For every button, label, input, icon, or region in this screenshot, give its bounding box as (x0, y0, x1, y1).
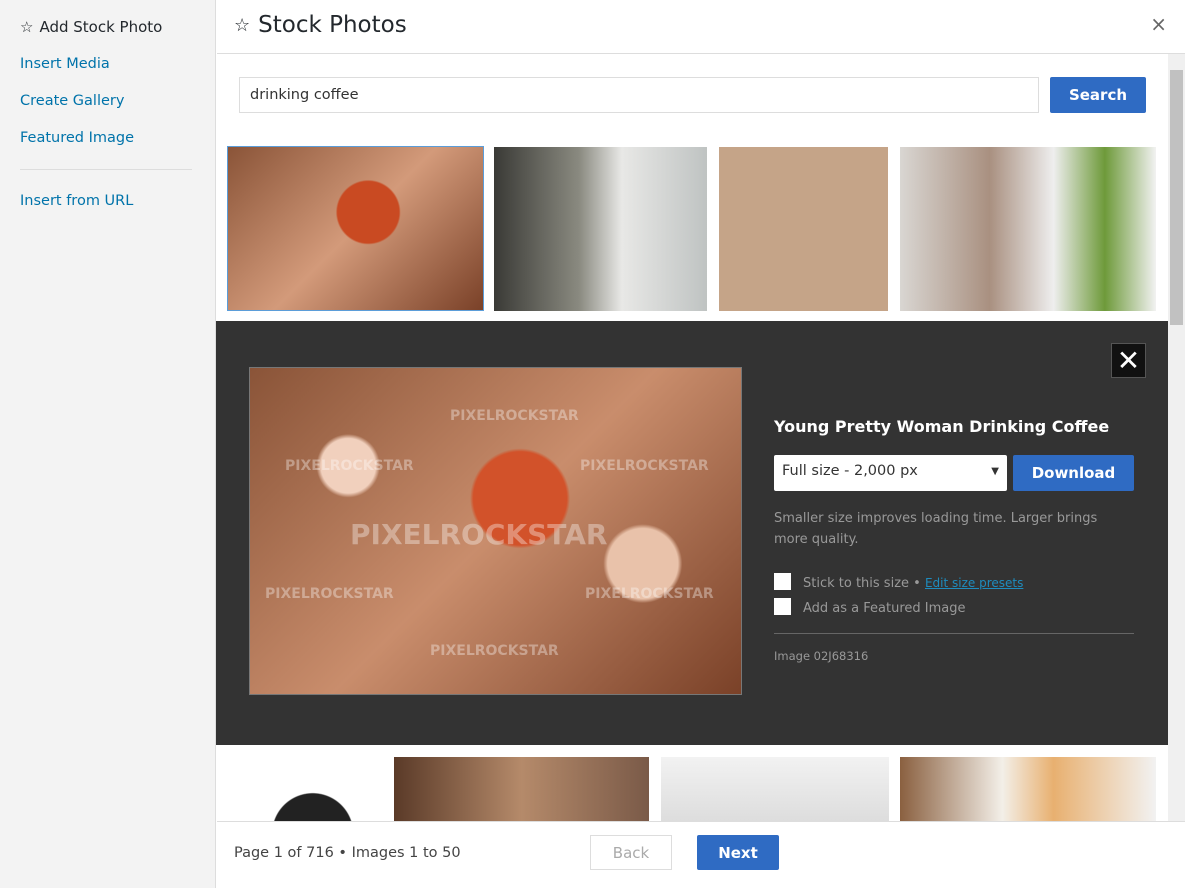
sidebar-item-featured-image[interactable]: Featured Image (20, 130, 134, 146)
footer: Page 1 of 716 • Images 1 to 50 Back Next (217, 821, 1185, 888)
close-icon[interactable]: × (1150, 12, 1167, 36)
back-button[interactable]: Back (590, 835, 672, 870)
stick-size-checkbox[interactable] (774, 573, 791, 590)
sidebar: ☆Add Stock Photo Insert Media Create Gal… (0, 0, 216, 888)
page-title: ☆Stock Photos (234, 12, 407, 38)
thumbnail[interactable] (494, 147, 707, 311)
thumbnail[interactable] (900, 757, 1156, 821)
edit-size-presets-link[interactable]: Edit size presets (925, 576, 1023, 590)
star-icon: ☆ (234, 15, 250, 36)
header: ☆Stock Photos × (217, 0, 1185, 54)
featured-image-checkbox[interactable] (774, 598, 791, 615)
search-button[interactable]: Search (1050, 77, 1146, 113)
thumbnail-selected[interactable] (227, 146, 484, 311)
size-select[interactable]: Full size - 2,000 px▼ (774, 455, 1007, 491)
thumbnail[interactable] (661, 757, 889, 821)
thumbnail[interactable] (394, 757, 649, 821)
divider (774, 633, 1134, 634)
sidebar-item-insert-media[interactable]: Insert Media (20, 56, 110, 72)
thumbnail[interactable] (228, 757, 382, 821)
size-hint: Smaller size improves loading time. Larg… (774, 508, 1134, 550)
thumbnail[interactable] (719, 147, 888, 311)
image-detail-panel: PIXELROCKSTAR PIXELROCKSTAR PIXELROCKSTA… (216, 321, 1168, 745)
star-icon: ☆ (20, 18, 33, 36)
sidebar-item-insert-from-url[interactable]: Insert from URL (20, 193, 133, 209)
image-id: Image 02J68316 (774, 649, 868, 663)
image-title: Young Pretty Woman Drinking Coffee (774, 417, 1134, 436)
thumbnail[interactable] (900, 147, 1156, 311)
next-button[interactable]: Next (697, 835, 779, 870)
sidebar-title: ☆Add Stock Photo (20, 18, 162, 36)
search-input[interactable] (239, 77, 1039, 113)
close-detail-button[interactable]: ✕ (1111, 343, 1146, 378)
scrollbar-thumb[interactable] (1170, 70, 1183, 325)
sidebar-item-create-gallery[interactable]: Create Gallery (20, 93, 124, 109)
dropdown-arrow-icon: ▼ (991, 463, 999, 483)
divider (20, 169, 192, 170)
download-button[interactable]: Download (1013, 455, 1134, 491)
pagination-status: Page 1 of 716 • Images 1 to 50 (234, 845, 461, 861)
scrollbar[interactable] (1168, 54, 1185, 821)
preview-image: PIXELROCKSTAR PIXELROCKSTAR PIXELROCKSTA… (249, 367, 742, 695)
